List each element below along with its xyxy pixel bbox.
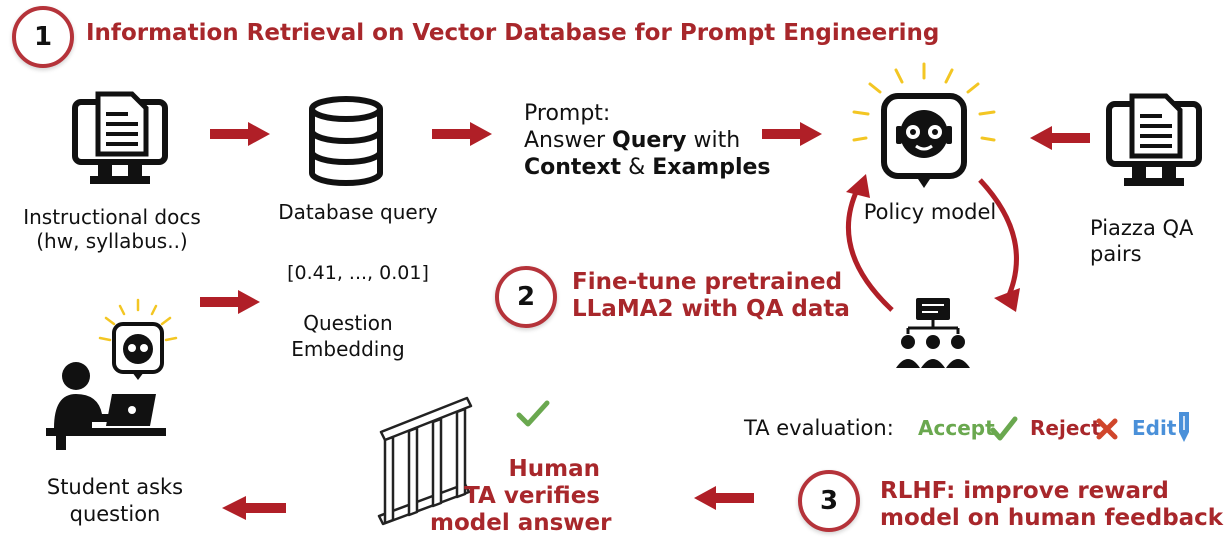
step-3-title: RLHF: improve reward model on human feedb… — [880, 478, 1224, 531]
reject-label: Reject — [1030, 416, 1101, 440]
step-2-title: Fine-tune pretrained LLaMA2 with QA data — [572, 269, 850, 322]
document-computer-icon — [72, 91, 168, 184]
team-icon — [896, 298, 970, 368]
database-label: Database query — [278, 200, 438, 224]
step-2-badge: 2 — [495, 266, 557, 328]
step-1-title: Information Retrieval on Vector Database… — [86, 20, 940, 46]
arrow-left — [694, 486, 754, 510]
prompt-text: Prompt: Answer Query with Context & Exam… — [524, 101, 771, 180]
human-ta-label: Human TA verifies model answer — [430, 456, 612, 536]
reject-x-icon — [1096, 418, 1118, 440]
pen-icon — [1179, 412, 1189, 442]
arrow-right — [200, 290, 260, 314]
edit-label: Edit — [1132, 416, 1177, 440]
ta-evaluation-label: TA evaluation: — [744, 416, 894, 440]
document-computer-icon — [1106, 93, 1202, 186]
check-icon — [516, 400, 550, 427]
embedding-vector: [0.41, ..., 0.01] — [287, 262, 429, 284]
arrow-right — [762, 122, 822, 146]
step-3-badge: 3 — [798, 470, 860, 532]
student-label: Student asks question — [46, 475, 184, 526]
accept-label: Accept — [918, 416, 995, 440]
step-1-badge: 1 — [12, 6, 74, 68]
arrow-left — [1030, 126, 1090, 150]
embedding-label: Question Embedding — [291, 311, 405, 361]
piazza-label: Piazza QA pairs — [1090, 216, 1194, 266]
docs-label: Instructional docs (hw, syllabus..) — [23, 205, 201, 253]
student-laptop-icon — [46, 298, 178, 450]
database-icon — [309, 96, 383, 186]
arrow-right — [432, 122, 492, 146]
accept-check-icon — [990, 416, 1018, 441]
arrow-left — [222, 496, 286, 520]
arrow-right — [210, 122, 270, 146]
